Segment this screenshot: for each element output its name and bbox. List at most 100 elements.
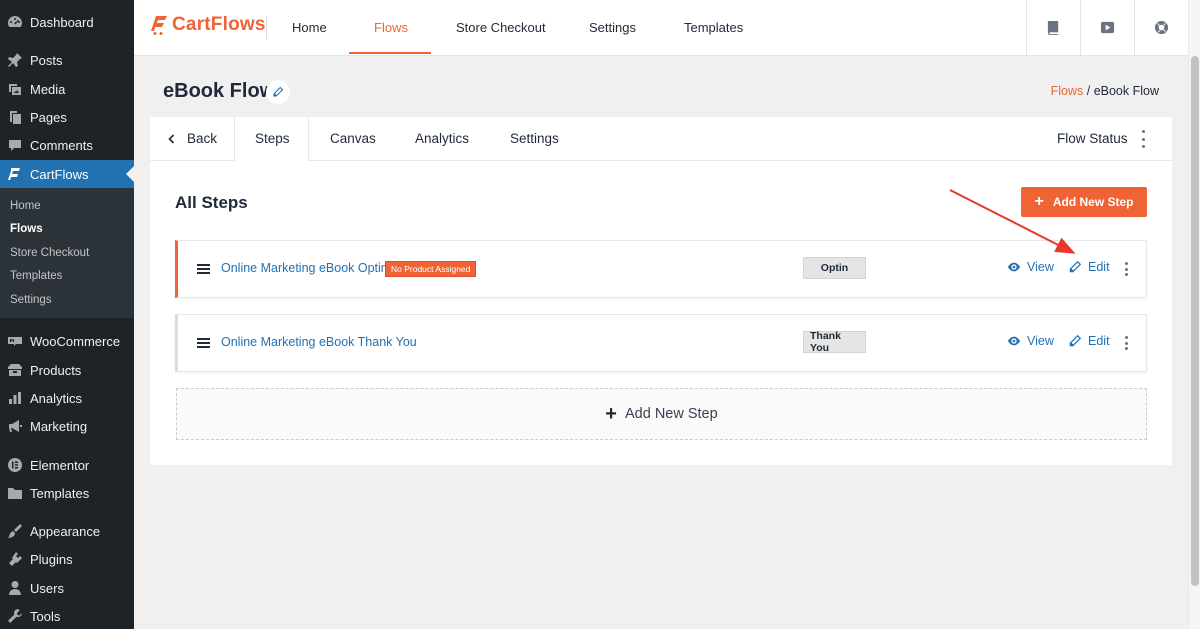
cartflows-submenu: Home Flows Store Checkout Templates Sett…	[0, 188, 134, 318]
tab-analytics[interactable]: Analytics	[415, 117, 469, 160]
wp-menu-plugins[interactable]: Plugins	[0, 545, 134, 573]
edit-step-button[interactable]: Edit	[1068, 260, 1110, 274]
folder-icon	[0, 485, 30, 501]
eye-icon	[1007, 262, 1021, 272]
edit-label: Edit	[1088, 334, 1110, 348]
wrench-icon	[0, 608, 30, 624]
add-new-step-dashed-label: Add New Step	[624, 406, 718, 422]
wp-menu-analytics[interactable]: Analytics	[0, 384, 134, 412]
submenu-home[interactable]: Home	[10, 200, 41, 212]
pin-icon	[0, 52, 30, 68]
submenu-flows[interactable]: Flows	[10, 223, 43, 235]
scrollbar-thumb[interactable]	[1191, 56, 1199, 586]
page-scrollbar[interactable]	[1188, 0, 1200, 629]
all-steps-heading: All Steps	[175, 193, 248, 212]
analytics-icon	[0, 390, 30, 406]
cartflows-icon	[0, 166, 30, 182]
plugin-icon	[0, 551, 30, 567]
wp-menu-woocommerce[interactable]: WooCommerce	[0, 327, 134, 355]
wp-menu-elementor[interactable]: Elementor	[0, 451, 134, 479]
plus-icon: +	[605, 402, 617, 425]
chevron-left-icon	[168, 133, 175, 144]
view-step-button[interactable]: View	[1007, 334, 1054, 348]
view-step-button[interactable]: View	[1007, 260, 1054, 274]
tab-settings[interactable]: Settings	[510, 117, 559, 160]
wp-menu-products[interactable]: Products	[0, 356, 134, 384]
wp-menu-label: Analytics	[30, 390, 83, 406]
step-title-link[interactable]: Online Marketing eBook Thank You	[221, 335, 417, 349]
submenu-templates[interactable]: Templates	[10, 270, 62, 282]
nav-settings[interactable]: Settings	[589, 0, 636, 55]
wp-menu-media[interactable]: Media	[0, 75, 134, 103]
wp-admin-sidebar: Dashboard Posts Media Pages Comments Car…	[0, 0, 134, 629]
edit-title-button[interactable]	[266, 80, 290, 104]
back-button[interactable]: Back	[167, 117, 217, 160]
nav-home[interactable]: Home	[292, 0, 327, 55]
brand-name: CartFlows	[172, 14, 266, 35]
step-menu-icon[interactable]	[1125, 262, 1129, 276]
media-icon	[0, 81, 30, 97]
comments-icon	[0, 137, 30, 153]
support-button[interactable]	[1134, 0, 1188, 55]
nav-flows[interactable]: Flows	[374, 0, 408, 55]
step-title-link[interactable]: Online Marketing eBook Optin	[221, 261, 388, 275]
add-new-step-dashed-button[interactable]: + Add New Step	[176, 388, 1147, 440]
pencil-icon	[273, 86, 284, 97]
view-label: View	[1027, 260, 1054, 274]
pages-icon	[0, 109, 30, 125]
wp-menu-label: Comments	[30, 137, 93, 153]
products-icon	[0, 362, 30, 378]
step-menu-icon[interactable]	[1125, 336, 1129, 350]
submenu-settings[interactable]: Settings	[10, 294, 52, 306]
tab-steps[interactable]: Steps	[255, 117, 290, 160]
wp-menu-label: Plugins	[30, 551, 73, 567]
tab-canvas[interactable]: Canvas	[330, 117, 376, 160]
wp-menu-posts[interactable]: Posts	[0, 46, 134, 74]
wp-menu-label: Users	[30, 580, 64, 596]
add-new-step-button[interactable]: + Add New Step	[1021, 187, 1147, 217]
eye-icon	[1007, 336, 1021, 346]
video-tutorials-button[interactable]	[1080, 0, 1134, 55]
wp-menu-cartflows[interactable]: CartFlows	[0, 160, 134, 188]
wp-menu-dashboard[interactable]: Dashboard	[0, 8, 134, 36]
elementor-icon	[0, 457, 30, 473]
wp-menu-templates[interactable]: Templates	[0, 479, 134, 507]
megaphone-icon	[0, 418, 30, 434]
wp-menu-marketing[interactable]: Marketing	[0, 412, 134, 440]
wp-menu-appearance[interactable]: Appearance	[0, 517, 134, 545]
add-new-step-label: Add New Step	[1052, 195, 1134, 209]
wp-menu-label: CartFlows	[30, 166, 89, 182]
nav-store-checkout[interactable]: Store Checkout	[456, 0, 546, 55]
edit-step-button[interactable]: Edit	[1068, 334, 1110, 348]
cartflows-logo[interactable]: CartFlows	[150, 14, 266, 36]
wp-menu-tools[interactable]: Tools	[0, 602, 134, 629]
step-type-badge: Optin	[803, 257, 866, 279]
no-product-badge: No Product Assigned	[385, 261, 477, 277]
wp-menu-pages[interactable]: Pages	[0, 103, 134, 131]
pencil-icon	[1069, 334, 1082, 347]
flow-status-label[interactable]: Flow Status	[1057, 117, 1128, 160]
back-label: Back	[187, 131, 218, 146]
submenu-store-checkout[interactable]: Store Checkout	[10, 247, 89, 259]
wp-menu-users[interactable]: Users	[0, 574, 134, 602]
nav-templates[interactable]: Templates	[684, 0, 743, 55]
edit-label: Edit	[1088, 260, 1110, 274]
docs-button[interactable]	[1026, 0, 1080, 55]
flow-status-menu-icon[interactable]	[1142, 130, 1146, 148]
wp-menu-label: Dashboard	[30, 14, 94, 30]
wp-menu-label: Appearance	[30, 523, 101, 539]
step-type-badge: Thank You	[803, 330, 866, 354]
breadcrumb-separator: /	[1083, 84, 1094, 98]
dashboard-icon	[0, 14, 30, 30]
woocommerce-icon	[0, 333, 30, 349]
book-icon	[1047, 20, 1059, 35]
breadcrumb: Flows / eBook Flow	[1051, 84, 1159, 98]
active-menu-arrow	[126, 166, 134, 182]
wp-menu-comments[interactable]: Comments	[0, 131, 134, 159]
breadcrumb-flows-link[interactable]: Flows	[1051, 84, 1084, 98]
user-icon	[0, 580, 30, 596]
drag-handle-icon[interactable]	[197, 338, 210, 348]
drag-handle-icon[interactable]	[197, 264, 210, 274]
breadcrumb-current: eBook Flow	[1093, 84, 1159, 98]
plus-icon: +	[1034, 193, 1044, 210]
